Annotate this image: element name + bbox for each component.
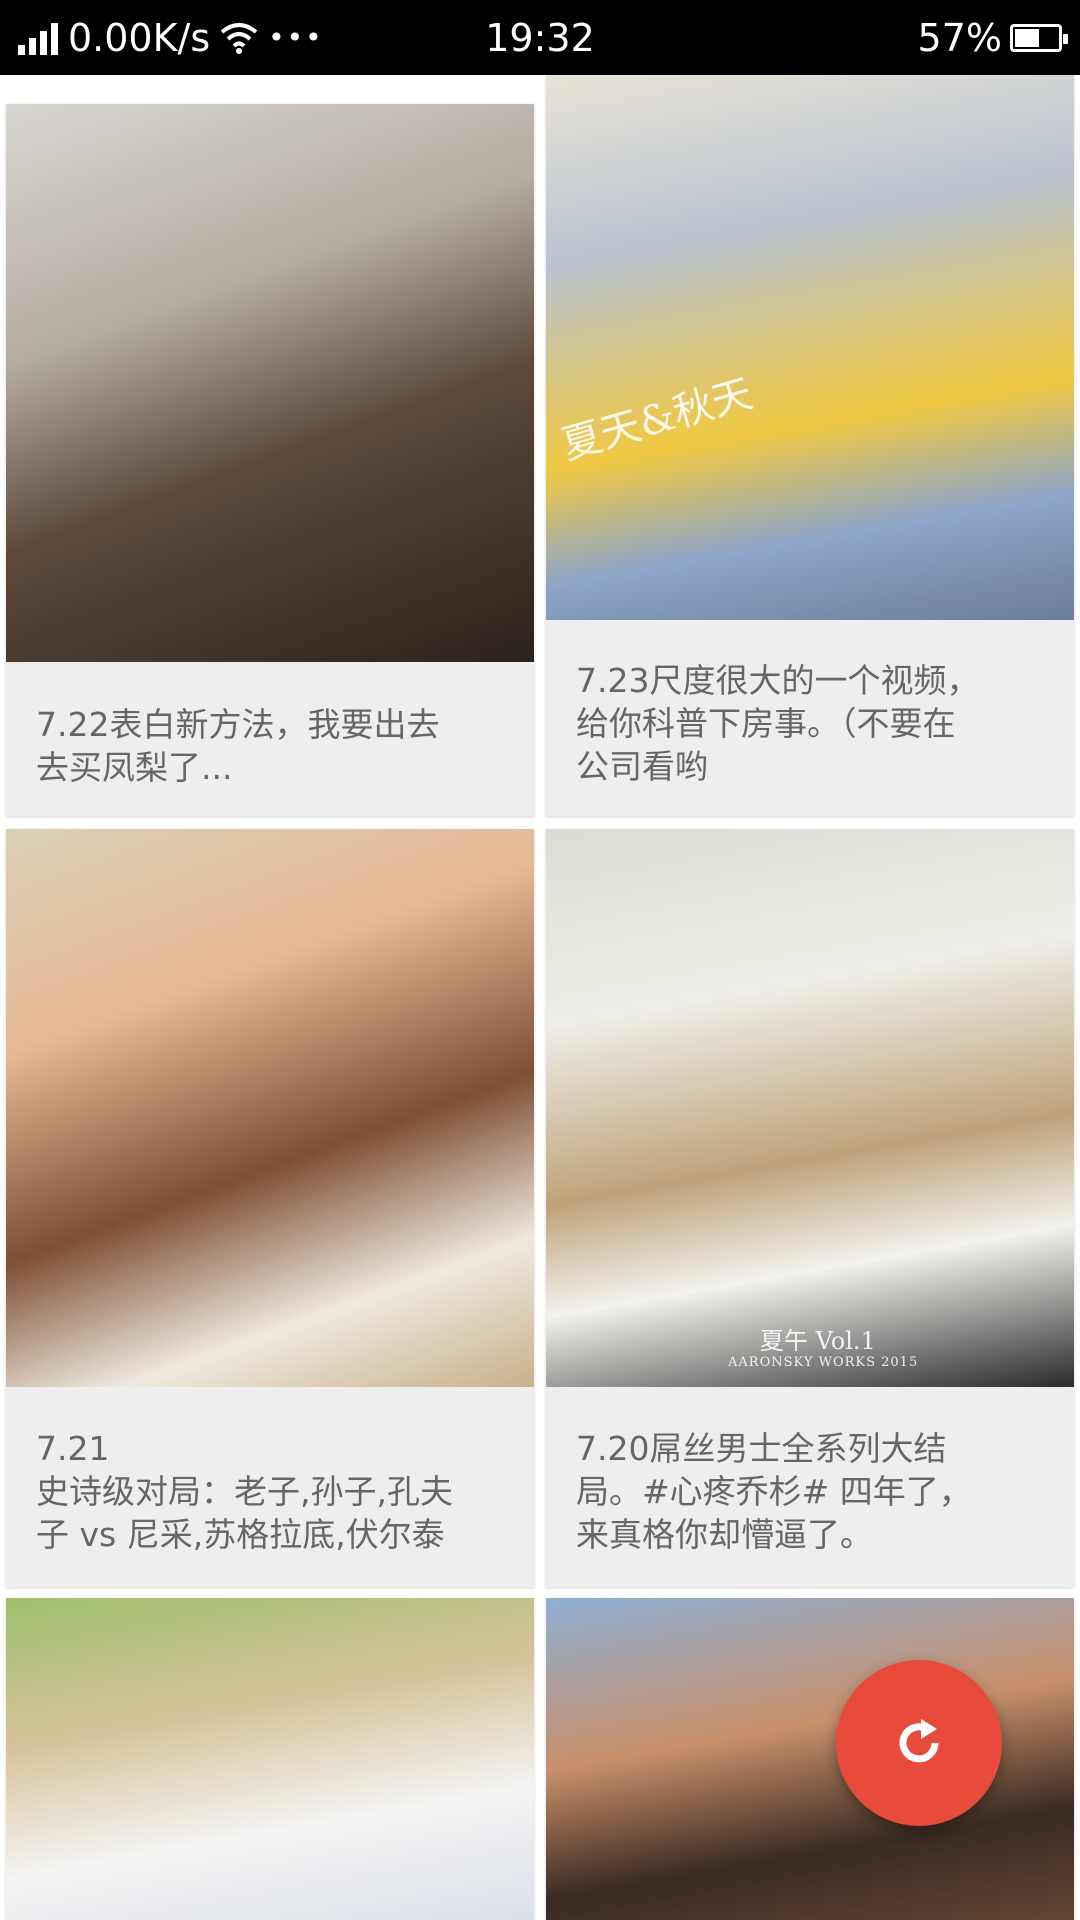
feed-card[interactable]: 夏午 Vol.1 AARONSKY WORKS 2015 7.20屌丝男士全系列…	[546, 829, 1074, 1587]
card-caption: 7.20屌丝男士全系列大结 局。#心疼乔杉# 四年了， 来真格你却懵逼了。	[576, 1429, 972, 1554]
battery-percent: 57%	[917, 15, 1002, 60]
card-photo	[6, 829, 534, 1387]
card-caption: 7.23尺度很大的一个视频， 给你科普下房事。（不要在 公司看哟	[576, 661, 980, 786]
photo-text: 夏天&秋天	[556, 370, 758, 469]
feed-card[interactable]	[6, 1598, 534, 1920]
card-photo	[6, 1598, 534, 1920]
card-photo: 夏天&秋天	[546, 75, 1074, 620]
photo-text-sub: AARONSKY WORKS 2015	[728, 1355, 919, 1370]
refresh-button[interactable]	[836, 1660, 1002, 1826]
battery-fill	[1015, 28, 1039, 47]
card-caption: 7.22表白新方法，我要出去 去买凤梨了...	[36, 705, 440, 787]
card-photo	[6, 104, 534, 662]
battery-icon	[1010, 23, 1068, 52]
feed-card[interactable]: 7.21 史诗级对局：老子,孙子,孔夫 子 vs 尼采,苏格拉底,伏尔泰	[6, 829, 534, 1587]
refresh-icon	[899, 1719, 939, 1763]
status-bar: 0.00K/s ••• 19:32 57%	[0, 0, 1080, 75]
feed-card[interactable]: 夏天&秋天 7.23尺度很大的一个视频， 给你科普下房事。（不要在 公司看哟	[546, 75, 1074, 816]
photo-text-title: 夏午 Vol.1	[760, 1327, 876, 1355]
card-photo: 夏午 Vol.1 AARONSKY WORKS 2015	[546, 829, 1074, 1387]
card-caption: 7.21 史诗级对局：老子,孙子,孔夫 子 vs 尼采,苏格拉底,伏尔泰	[36, 1429, 453, 1554]
photo-feed[interactable]: 7.22表白新方法，我要出去 去买凤梨了... 夏天&秋天 7.23尺度很大的一…	[0, 75, 1080, 1920]
feed-card[interactable]: 7.22表白新方法，我要出去 去买凤梨了...	[6, 104, 534, 816]
status-right: 57%	[917, 0, 1068, 75]
clock: 19:32	[485, 15, 595, 60]
